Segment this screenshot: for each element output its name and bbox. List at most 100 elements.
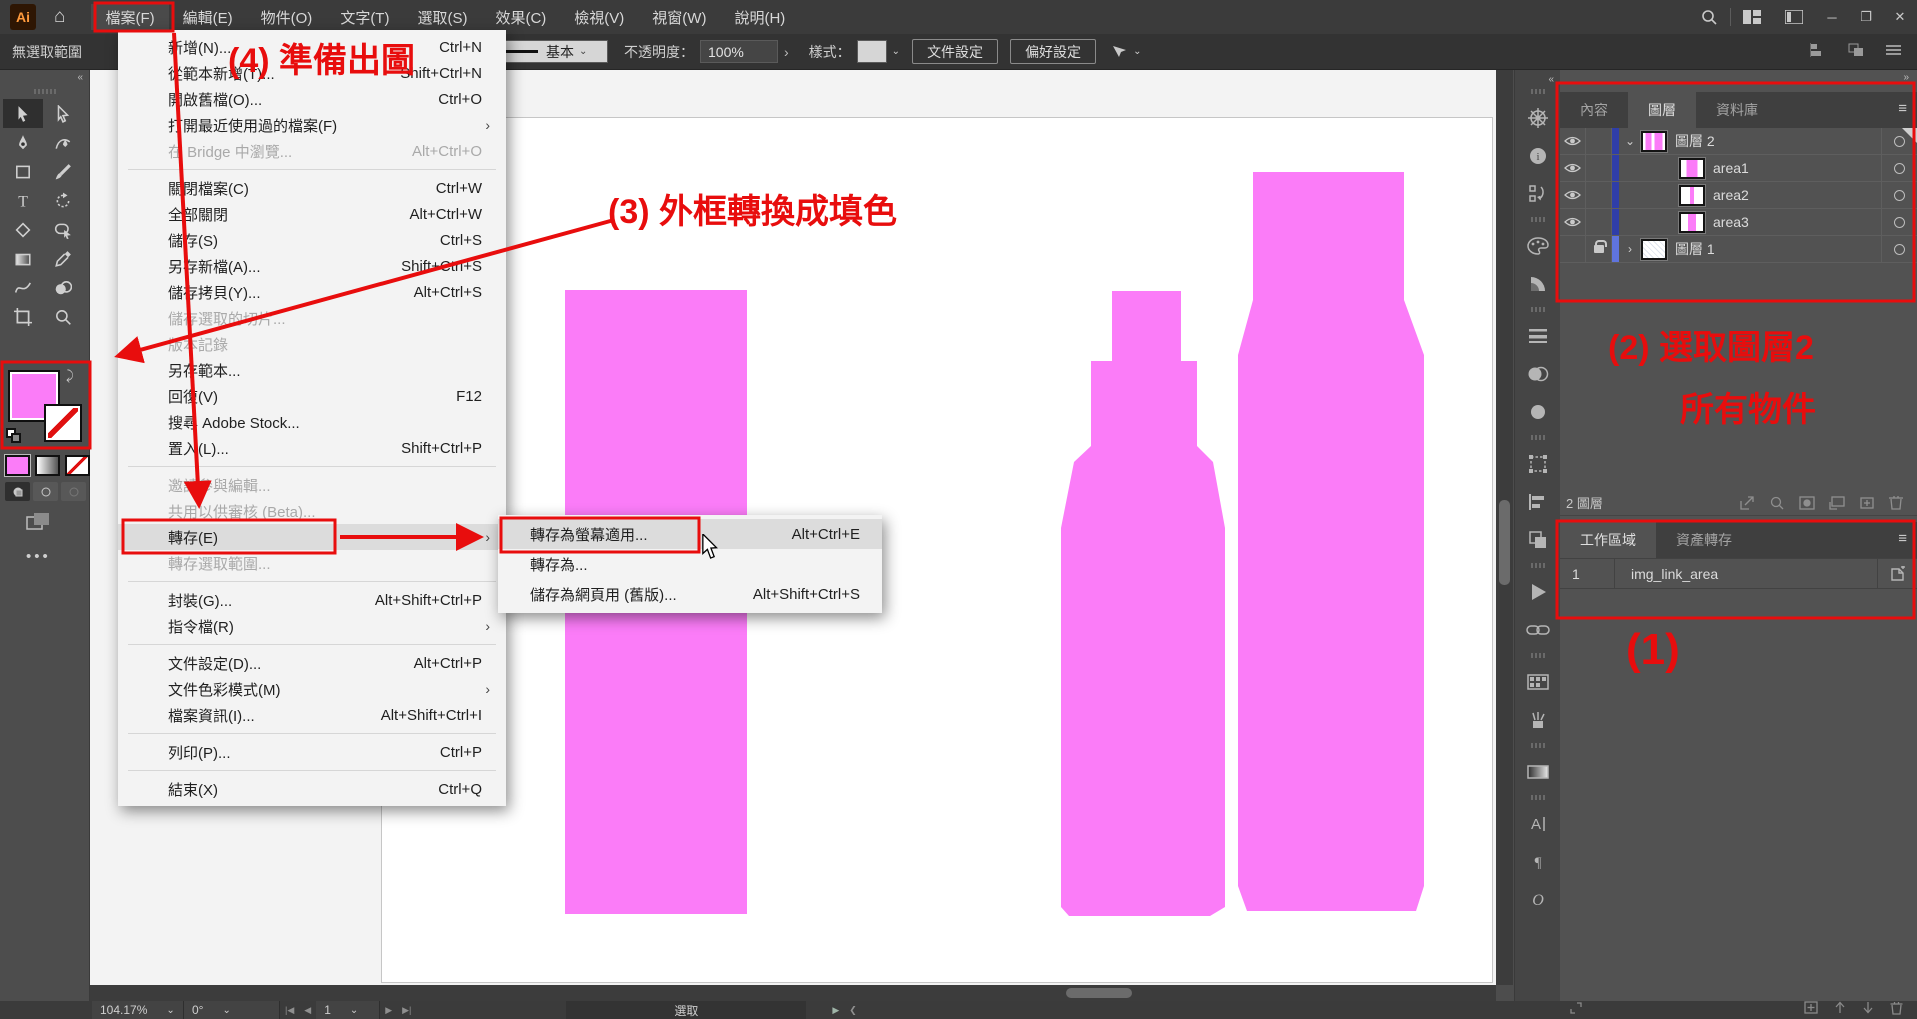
transparency-panel-icon[interactable]	[1515, 355, 1560, 393]
expand-chevron[interactable]	[1619, 242, 1641, 256]
prev-artboard-icon[interactable]: ◀	[304, 1005, 311, 1016]
submenu-item[interactable]: 轉存為螢幕適用... Alt+Ctrl+E	[498, 519, 882, 549]
gradient-panel-icon[interactable]	[1515, 393, 1560, 431]
eraser-tool[interactable]	[3, 215, 43, 244]
transform-panel-icon[interactable]	[1515, 445, 1560, 483]
file-menu-item[interactable]: 轉存選取範圍...	[118, 550, 506, 576]
status-expand-icon[interactable]: ❮	[849, 1005, 857, 1016]
file-menu-item[interactable]: 共用以供審核 (Beta)...	[118, 498, 506, 524]
delete-layer-icon[interactable]	[1889, 495, 1903, 510]
artboard-number-dropdown[interactable]: 1⌄	[316, 1001, 380, 1019]
lock-icon[interactable]	[1586, 155, 1612, 181]
file-menu-item[interactable]: 另存範本...	[118, 357, 506, 383]
zoom-tool[interactable]	[43, 302, 83, 331]
file-menu-item[interactable]: 新增(N)... Ctrl+N	[118, 34, 506, 60]
target-column[interactable]	[1881, 209, 1917, 235]
rotate-tool[interactable]	[43, 186, 83, 215]
document-setup-button[interactable]: 文件設定	[912, 39, 998, 64]
lock-icon[interactable]	[1586, 128, 1612, 154]
actions-panel-icon[interactable]	[1515, 573, 1560, 611]
panel-tab[interactable]: 工作區域	[1560, 522, 1656, 558]
new-artboard-icon[interactable]	[1804, 1001, 1818, 1019]
collect-for-export-icon[interactable]	[1739, 495, 1755, 511]
move-up-icon[interactable]	[1834, 1001, 1846, 1019]
file-menu-item[interactable]: 關閉檔案(C) Ctrl+W	[118, 175, 506, 201]
artboard-name[interactable]: img_link_area	[1615, 559, 1877, 588]
color-button[interactable]	[5, 455, 30, 476]
draw-normal-mode[interactable]	[5, 482, 30, 501]
style-dropdown[interactable]	[857, 40, 887, 63]
menu-bar-item[interactable]: 檢視(V)	[560, 4, 638, 30]
info-icon[interactable]: i	[1515, 137, 1560, 175]
rectangle-tool[interactable]	[3, 157, 43, 186]
first-artboard-icon[interactable]: |◀	[285, 1005, 294, 1016]
app-logo[interactable]: Ai	[10, 4, 36, 30]
visibility-toggle[interactable]	[1560, 128, 1586, 154]
shaper-tool[interactable]	[43, 215, 83, 244]
menu-bar-item[interactable]: 視窗(W)	[638, 4, 720, 30]
last-artboard-icon[interactable]: ▶|	[402, 1005, 411, 1016]
locate-object-icon[interactable]	[1769, 495, 1785, 511]
search-icon[interactable]	[1701, 9, 1718, 26]
artboard-icon[interactable]	[1877, 559, 1917, 588]
file-menu-item[interactable]: 搜尋 Adobe Stock...	[118, 409, 506, 435]
artboard-row[interactable]: 1 img_link_area	[1560, 558, 1917, 589]
panel-menu-icon[interactable]	[1886, 43, 1901, 60]
vertical-scrollbar[interactable]	[1496, 70, 1513, 985]
lock-icon[interactable]	[1586, 182, 1612, 208]
restore-button[interactable]: ❐	[1849, 0, 1883, 34]
new-layer-icon[interactable]	[1859, 496, 1875, 510]
none-button[interactable]	[65, 455, 90, 476]
zoom-level-dropdown[interactable]: 104.17%⌄	[92, 1001, 184, 1019]
target-column[interactable]	[1881, 128, 1917, 154]
file-menu-item[interactable]: 文件設定(D)... Alt+Ctrl+P	[118, 650, 506, 676]
menu-bar-item[interactable]: 選取(S)	[403, 4, 481, 30]
clipping-mask-icon[interactable]	[1799, 496, 1815, 510]
gradient-tool[interactable]	[3, 244, 43, 273]
panel-tab[interactable]: 圖層	[1628, 92, 1696, 128]
gradient-button[interactable]	[35, 455, 60, 476]
artboard-number[interactable]: 1	[1560, 559, 1615, 588]
move-down-icon[interactable]	[1862, 1001, 1874, 1019]
stroke-color-swatch[interactable]	[44, 404, 82, 442]
file-menu-item[interactable]: 列印(P)... Ctrl+P	[118, 739, 506, 765]
brushes-panel-icon[interactable]	[1515, 701, 1560, 739]
menu-bar-item[interactable]: 編輯(E)	[169, 4, 247, 30]
artboards-panel-menu-icon[interactable]: ≡	[1898, 530, 1917, 547]
links-panel-icon[interactable]	[1515, 611, 1560, 649]
file-menu-item[interactable]: 儲存(S) Ctrl+S	[118, 227, 506, 253]
color-panel-icon[interactable]	[1515, 227, 1560, 265]
style-dropdown-arrow[interactable]: ⌄	[892, 46, 900, 57]
file-menu-item[interactable]: 邀請參與編輯...	[118, 472, 506, 498]
layer-name[interactable]: 圖層 1	[1675, 239, 1715, 259]
type-tool[interactable]: T	[3, 186, 43, 215]
dock-collapse-icon[interactable]: «	[1515, 70, 1560, 85]
target-column[interactable]	[1881, 182, 1917, 208]
arrange-documents-icon[interactable]	[1743, 10, 1761, 24]
pathfinder-panel-icon[interactable]	[1515, 521, 1560, 559]
layer-row[interactable]: 圖層 1	[1560, 236, 1917, 263]
target-column[interactable]	[1881, 236, 1917, 262]
layer-thumbnail[interactable]	[1641, 239, 1667, 260]
file-menu-item[interactable]: 從範本新增(T)... Shift+Ctrl+N	[118, 60, 506, 86]
status-play-icon[interactable]: ▶	[832, 1005, 839, 1016]
file-menu-item[interactable]: 儲存選取的切片...	[118, 305, 506, 331]
snap-options-icon[interactable]: ⌄	[1110, 44, 1141, 60]
align-panel-icon[interactable]	[1810, 43, 1826, 60]
color-guide-icon[interactable]	[1515, 265, 1560, 303]
submenu-item[interactable]: 儲存為網頁用 (舊版)... Alt+Shift+Ctrl+S	[498, 579, 882, 609]
align-panel-icon[interactable]	[1515, 483, 1560, 521]
rotation-dropdown[interactable]: 0°⌄	[184, 1001, 280, 1019]
draw-behind-mode[interactable]	[33, 482, 58, 501]
toolbar-collapse-icon[interactable]: «	[0, 70, 89, 85]
file-menu-item[interactable]: 轉存(E) ›	[118, 524, 506, 550]
arrange-panel-icon[interactable]	[1848, 43, 1864, 60]
layer-row[interactable]: area2	[1560, 182, 1917, 209]
layer-thumbnail[interactable]	[1679, 185, 1705, 206]
layer-thumbnail[interactable]	[1679, 158, 1705, 179]
file-menu-item[interactable]: 全部關閉 Alt+Ctrl+W	[118, 201, 506, 227]
preferences-button[interactable]: 偏好設定	[1010, 39, 1096, 64]
layer-row[interactable]: 圖層 2	[1560, 128, 1917, 155]
file-menu-item[interactable]: 另存新檔(A)... Shift+Ctrl+S	[118, 253, 506, 279]
draw-inside-mode[interactable]	[61, 482, 86, 501]
